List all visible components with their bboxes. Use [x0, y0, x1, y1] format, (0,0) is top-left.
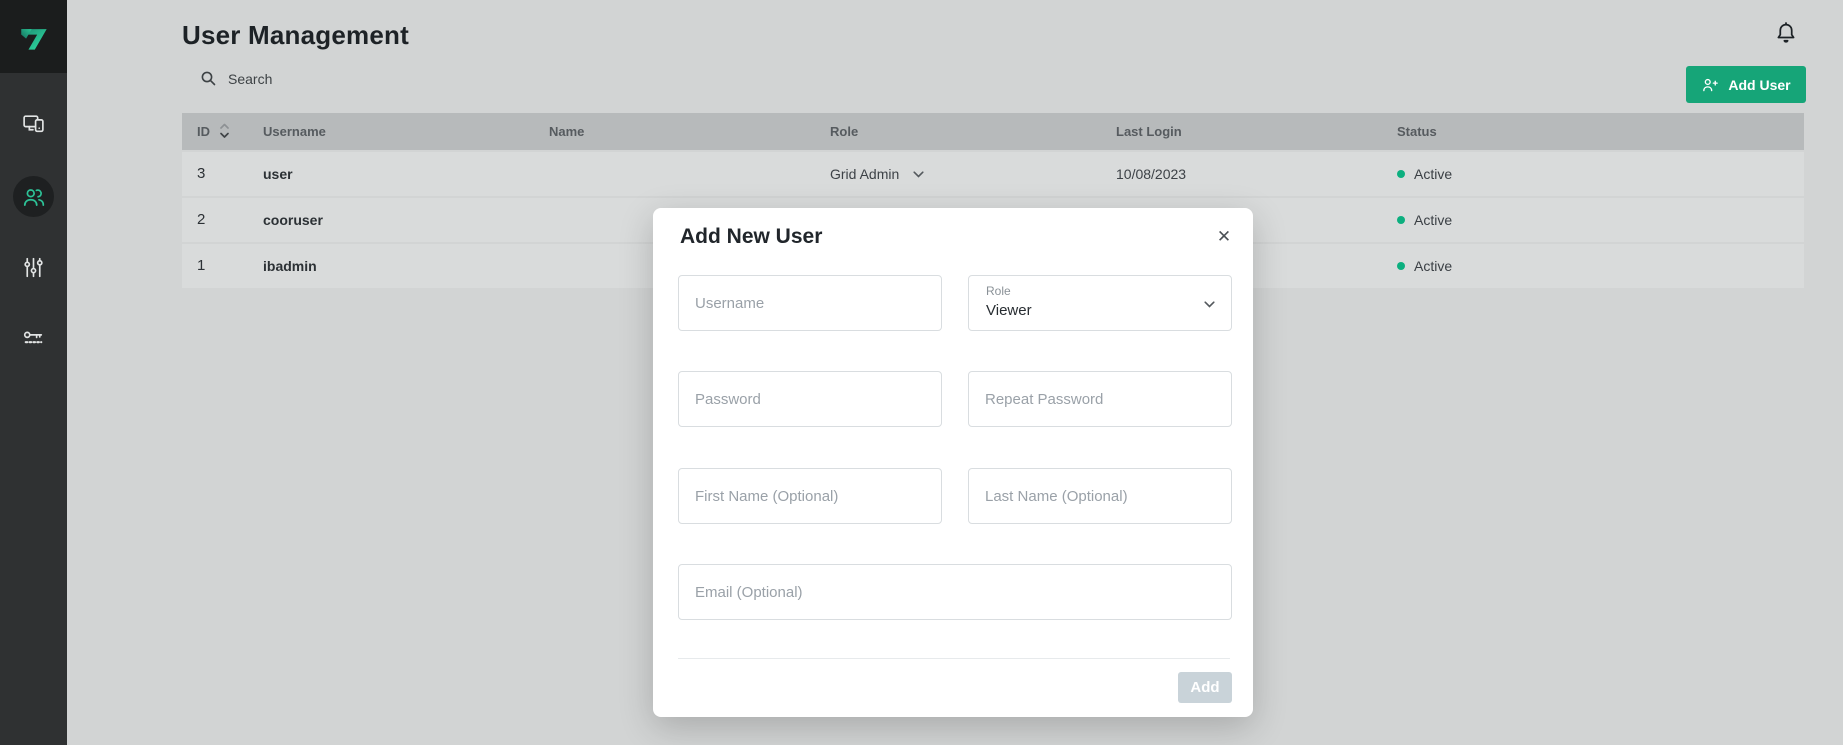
cell-last-login: 10/08/2023 [1116, 152, 1186, 196]
brand-logo-icon [15, 18, 53, 56]
chevron-down-icon [913, 171, 924, 178]
add-user-button-label: Add User [1728, 77, 1790, 93]
close-icon[interactable]: ✕ [1209, 222, 1239, 252]
last-name-field[interactable] [968, 468, 1232, 524]
role-dropdown[interactable]: Grid Admin [830, 152, 924, 196]
role-select[interactable]: Role Viewer [968, 275, 1232, 331]
role-dropdown-value: Grid Admin [830, 152, 899, 196]
key-icon [21, 326, 46, 351]
column-header-username[interactable]: Username [263, 113, 326, 150]
password-field[interactable] [678, 371, 942, 427]
status-badge: Active [1397, 152, 1452, 196]
chevron-down-icon [1204, 301, 1215, 308]
column-header-id[interactable]: ID [197, 113, 210, 150]
status-dot-icon [1397, 216, 1405, 224]
username-field[interactable] [678, 275, 942, 331]
repeat-password-field[interactable] [968, 371, 1232, 427]
table-header-row: ID Username Name Role Last Login Status [182, 113, 1804, 150]
first-name-field[interactable] [678, 468, 942, 524]
role-select-label: Role [986, 284, 1011, 298]
column-header-name[interactable]: Name [549, 113, 584, 150]
status-dot-icon [1397, 262, 1405, 270]
status-label: Active [1414, 152, 1452, 196]
add-user-icon [1701, 76, 1719, 94]
role-select-value: Viewer [986, 302, 1032, 319]
column-header-role[interactable]: Role [830, 113, 858, 150]
column-header-status[interactable]: Status [1397, 113, 1437, 150]
status-label: Active [1414, 244, 1452, 288]
bell-icon [1772, 20, 1800, 48]
brand-logo[interactable] [0, 0, 67, 73]
table-row[interactable]: 3 user Grid Admin 10/08/2023 Active [182, 152, 1804, 196]
status-label: Active [1414, 198, 1452, 242]
modal-title: Add New User [680, 225, 822, 249]
cell-username: cooruser [263, 198, 323, 242]
cell-username: ibadmin [263, 244, 317, 288]
sidebar [0, 0, 67, 745]
page-title: User Management [182, 20, 409, 51]
email-field[interactable] [678, 564, 1232, 620]
modal-footer-divider [678, 658, 1230, 659]
search-placeholder: Search [228, 71, 272, 87]
users-icon [21, 184, 47, 210]
search-input[interactable]: Search [200, 70, 272, 87]
add-button[interactable]: Add [1178, 672, 1232, 703]
sidebar-item-devices[interactable] [13, 103, 54, 144]
cell-id: 1 [197, 244, 205, 288]
devices-icon [21, 111, 46, 136]
add-user-button[interactable]: Add User [1686, 66, 1806, 103]
sort-icon[interactable] [219, 122, 230, 143]
column-header-last-login[interactable]: Last Login [1116, 113, 1182, 150]
sidebar-item-users[interactable] [13, 176, 54, 217]
cell-id: 2 [197, 198, 205, 242]
sidebar-item-settings[interactable] [13, 247, 54, 288]
sidebar-item-access-keys[interactable] [13, 318, 54, 359]
status-badge: Active [1397, 198, 1452, 242]
status-dot-icon [1397, 170, 1405, 178]
status-badge: Active [1397, 244, 1452, 288]
sliders-icon [21, 255, 46, 280]
notifications-button[interactable] [1772, 20, 1800, 53]
cell-id: 3 [197, 152, 205, 196]
search-icon [200, 70, 217, 87]
add-new-user-modal: Add New User ✕ Role Viewer Add [653, 208, 1253, 717]
cell-username: user [263, 152, 293, 196]
